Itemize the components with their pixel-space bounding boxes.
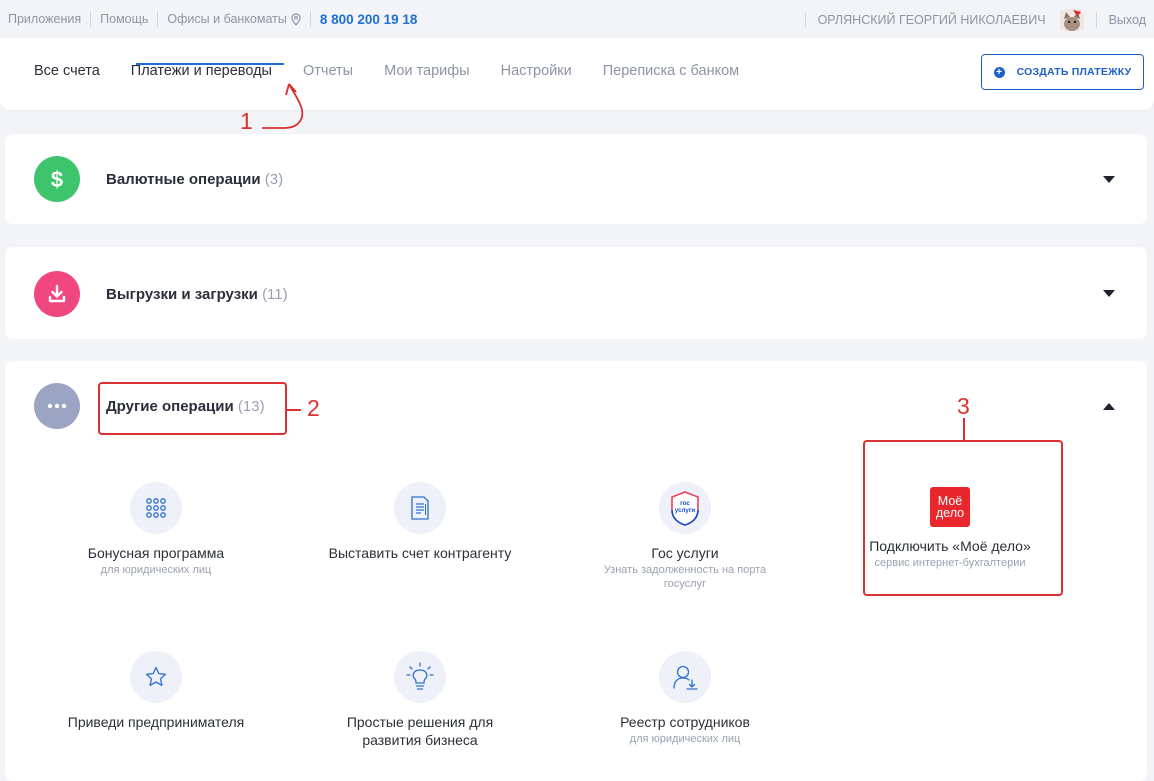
annotation-number-2: 2 (307, 395, 320, 421)
annotation-arrow (262, 83, 304, 129)
annotation-number-3: 3 (957, 393, 970, 419)
annotation-box-2 (98, 382, 287, 435)
annotation-box-3 (863, 440, 1063, 596)
annotation-number-1: 1 (240, 108, 253, 134)
